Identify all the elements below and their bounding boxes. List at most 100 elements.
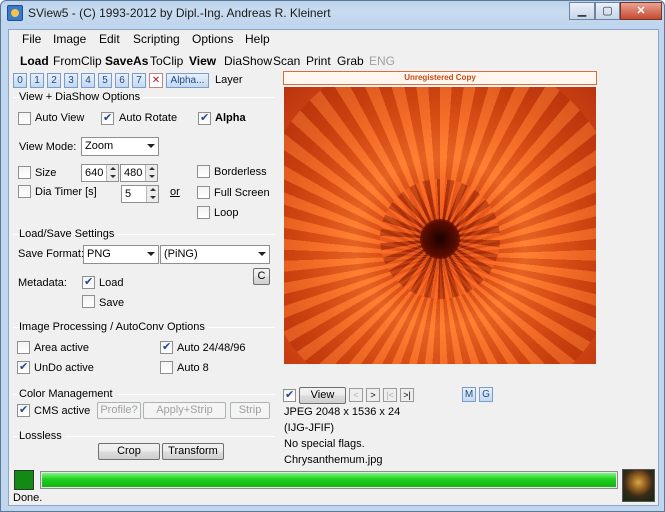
eng-button[interactable]: ENG bbox=[369, 54, 395, 68]
alpha-button[interactable]: Alpha... bbox=[166, 73, 209, 88]
layer-button-5[interactable]: 5 bbox=[98, 73, 112, 88]
unregistered-banner: Unregistered Copy bbox=[283, 71, 597, 85]
area-active-checkbox[interactable] bbox=[17, 341, 30, 354]
diashow-button[interactable]: DiaShow bbox=[224, 54, 272, 68]
menu-image[interactable]: Image bbox=[53, 32, 86, 46]
alpha-checkbox[interactable] bbox=[198, 111, 211, 125]
dia-timer-checkbox[interactable] bbox=[18, 185, 31, 198]
size-height-spinner[interactable]: 480 bbox=[120, 164, 158, 182]
auto-view-label: Auto View bbox=[35, 112, 85, 124]
dia-timer-spinner[interactable]: 5 bbox=[121, 185, 159, 203]
save-format-desc: (PiNG) bbox=[164, 248, 198, 260]
size-width-value: 640 bbox=[85, 167, 104, 179]
close-icon[interactable]: ✕ bbox=[620, 2, 662, 20]
undo-active-checkbox[interactable] bbox=[17, 360, 30, 374]
size-label: Size bbox=[35, 167, 57, 179]
chevron-down-icon bbox=[147, 144, 155, 148]
viewer-view-button[interactable]: View bbox=[299, 387, 346, 404]
minimize-icon[interactable]: ▁ bbox=[569, 2, 595, 20]
crop-button[interactable]: Crop bbox=[98, 443, 160, 460]
author-thumbnail[interactable] bbox=[622, 469, 655, 502]
info-flags: No special flags. bbox=[284, 438, 365, 450]
grab-button[interactable]: Grab bbox=[337, 54, 364, 68]
full-screen-label: Full Screen bbox=[214, 187, 270, 199]
layer-button-4[interactable]: 4 bbox=[81, 73, 95, 88]
nav-next-button[interactable]: > bbox=[366, 388, 380, 402]
window-title: SView5 - (C) 1993-2012 by Dipl.-Ing. And… bbox=[28, 6, 331, 20]
apply-strip-button[interactable]: Apply+Strip bbox=[143, 402, 226, 419]
strip-button[interactable]: Strip bbox=[230, 402, 270, 419]
layer-button-6[interactable]: 6 bbox=[115, 73, 129, 88]
menu-scripting[interactable]: Scripting bbox=[133, 32, 180, 46]
metadata-save-checkbox[interactable] bbox=[82, 295, 95, 308]
spinner-arrows-icon[interactable] bbox=[146, 186, 158, 202]
view-options-title: View + DiaShow Options bbox=[19, 91, 144, 103]
full-screen-checkbox[interactable] bbox=[197, 186, 210, 199]
g-button[interactable]: G bbox=[479, 387, 493, 402]
cms-active-checkbox[interactable] bbox=[17, 403, 30, 417]
save-format-desc-dropdown[interactable]: (PiNG) bbox=[160, 245, 270, 264]
scan-button[interactable]: Scan bbox=[273, 54, 300, 68]
layer-button-1[interactable]: 1 bbox=[30, 73, 44, 88]
layer-button-7[interactable]: 7 bbox=[132, 73, 146, 88]
info-filename: Chrysanthemum.jpg bbox=[284, 454, 383, 466]
loop-label: Loop bbox=[214, 207, 239, 219]
area-active-label: Area active bbox=[34, 342, 90, 354]
toclip-button[interactable]: ToClip bbox=[150, 54, 183, 68]
size-checkbox[interactable] bbox=[18, 166, 31, 179]
image-processing-title: Image Processing / AutoConv Options bbox=[19, 321, 208, 333]
auto-rotate-checkbox[interactable] bbox=[101, 111, 114, 125]
view-mode-value: Zoom bbox=[85, 140, 114, 152]
metadata-label: Metadata: bbox=[18, 277, 67, 289]
auto-view-checkbox[interactable] bbox=[18, 112, 31, 125]
layer-button-2[interactable]: 2 bbox=[47, 73, 61, 88]
profile-button[interactable]: Profile? bbox=[97, 402, 141, 419]
auto-24-label: Auto 24/48/96 bbox=[177, 342, 246, 354]
nav-first-button[interactable]: |< bbox=[383, 388, 397, 402]
status-text: Done. bbox=[13, 492, 43, 504]
loop-checkbox[interactable] bbox=[197, 206, 210, 219]
auto-24-checkbox[interactable] bbox=[160, 340, 173, 354]
metadata-load-checkbox[interactable] bbox=[82, 275, 95, 289]
auto-8-checkbox[interactable] bbox=[160, 361, 173, 374]
image-preview[interactable] bbox=[284, 87, 596, 364]
view-mode-label: View Mode: bbox=[19, 141, 77, 153]
menu-help[interactable]: Help bbox=[245, 32, 270, 46]
fromclip-button[interactable]: FromClip bbox=[53, 54, 102, 68]
m-button[interactable]: M bbox=[462, 387, 476, 402]
layer-button-0[interactable]: 0 bbox=[13, 73, 27, 88]
load-button[interactable]: Load bbox=[20, 54, 49, 68]
save-format-value: PNG bbox=[87, 248, 111, 260]
save-format-dropdown[interactable]: PNG bbox=[83, 245, 159, 264]
remove-layer-icon[interactable]: ✕ bbox=[149, 73, 163, 88]
chevron-down-icon bbox=[258, 252, 266, 256]
print-button[interactable]: Print bbox=[306, 54, 331, 68]
menu-options[interactable]: Options bbox=[192, 32, 233, 46]
nav-last-button[interactable]: >| bbox=[400, 388, 414, 402]
borderless-checkbox[interactable] bbox=[197, 165, 210, 178]
transform-button[interactable]: Transform bbox=[162, 443, 224, 460]
view-mode-dropdown[interactable]: Zoom bbox=[81, 137, 159, 156]
layer-button-3[interactable]: 3 bbox=[64, 73, 78, 88]
c-button[interactable]: C bbox=[253, 268, 270, 285]
auto-rotate-label: Auto Rotate bbox=[119, 112, 178, 124]
maximize-icon[interactable]: ▢ bbox=[595, 2, 620, 20]
cms-active-label: CMS active bbox=[34, 405, 91, 417]
view-enable-checkbox[interactable] bbox=[283, 388, 296, 402]
chevron-down-icon bbox=[147, 252, 155, 256]
saveas-button[interactable]: SaveAs bbox=[105, 54, 148, 68]
app-icon[interactable] bbox=[7, 5, 23, 21]
metadata-load-label: Load bbox=[99, 277, 124, 289]
size-height-value: 480 bbox=[124, 167, 143, 179]
menu-file[interactable]: File bbox=[22, 32, 41, 46]
dia-timer-value: 5 bbox=[125, 188, 132, 200]
view-button[interactable]: View bbox=[189, 54, 216, 68]
spinner-arrows-icon[interactable] bbox=[145, 165, 157, 181]
nav-prev-button[interactable]: < bbox=[349, 388, 363, 402]
spinner-arrows-icon[interactable] bbox=[106, 165, 118, 181]
size-width-spinner[interactable]: 640 bbox=[81, 164, 119, 182]
progress-fill bbox=[42, 473, 616, 487]
menu-edit[interactable]: Edit bbox=[99, 32, 120, 46]
title-bar[interactable]: SView5 - (C) 1993-2012 by Dipl.-Ing. And… bbox=[1, 1, 664, 25]
progress-bar bbox=[40, 471, 618, 489]
